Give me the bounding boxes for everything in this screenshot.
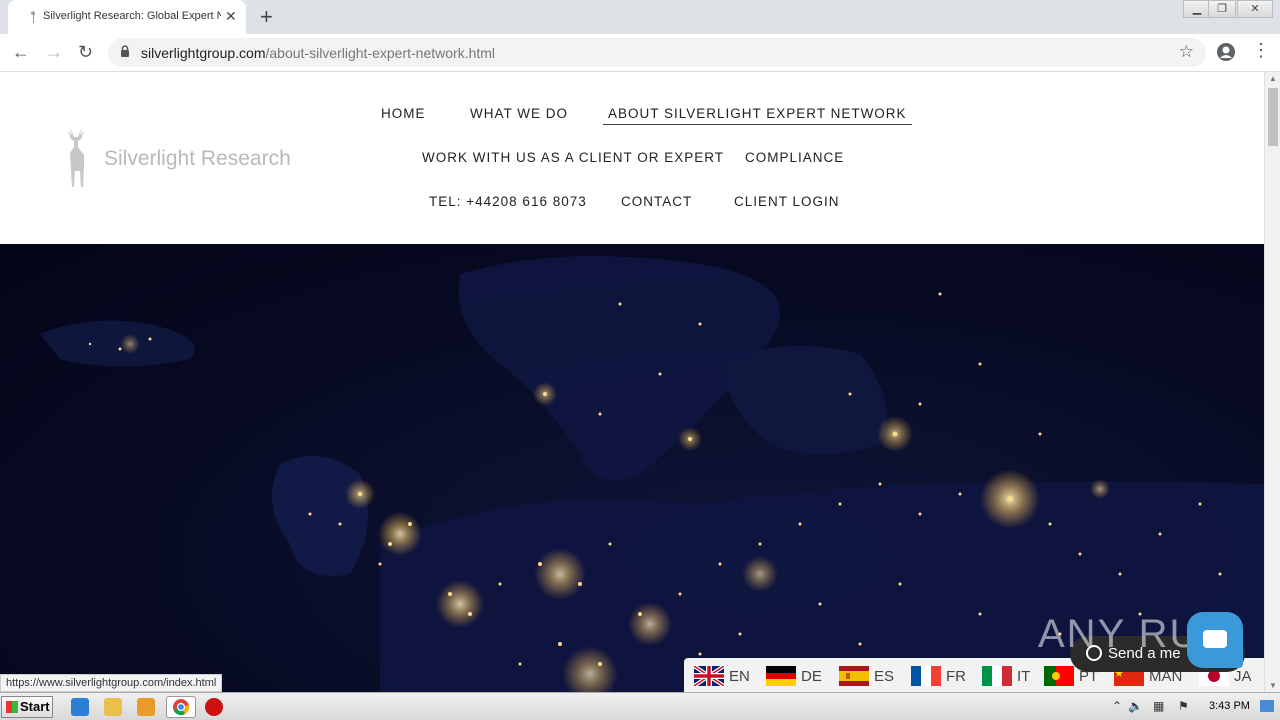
germany-flag-icon [766, 666, 796, 686]
menu-kebab-icon[interactable]: ⋮ [1252, 40, 1270, 61]
page-scrollbar[interactable]: ▲ ▼ [1264, 72, 1280, 692]
scrollbar-thumb[interactable] [1268, 88, 1278, 146]
reload-icon[interactable]: ↻ [78, 42, 93, 63]
browser-tab-strip: Silverlight Research: Global Expert N ✕ … [0, 0, 1280, 34]
chat-icon [1203, 630, 1227, 648]
lang-fr[interactable]: FR [911, 665, 966, 687]
nav-compliance[interactable]: COMPLIANCE [745, 150, 844, 165]
tray-arrow-icon[interactable]: ⌃ [1112, 699, 1122, 713]
scroll-up-icon[interactable]: ▲ [1269, 74, 1277, 83]
lang-es-label: ES [874, 667, 895, 685]
browser-toolbar: ← → ↻ silverlightgroup.com/about-silverl… [0, 34, 1280, 72]
deer-logo-icon [68, 127, 84, 187]
scroll-down-icon[interactable]: ▼ [1269, 681, 1277, 690]
chat-open-button[interactable] [1187, 612, 1243, 668]
restore-button[interactable]: ❐ [1208, 0, 1236, 18]
minimize-button[interactable]: ▁ [1183, 0, 1211, 18]
lang-es[interactable]: ES [839, 665, 894, 687]
deer-favicon-icon [31, 10, 35, 23]
lang-en[interactable]: EN [694, 665, 750, 687]
lang-fr-label: FR [946, 667, 966, 685]
internet-explorer-icon[interactable] [71, 698, 89, 716]
action-center-flag-icon[interactable]: ⚑ [1178, 699, 1189, 713]
nav-telephone[interactable]: TEL: +44208 616 8073 [429, 194, 587, 209]
lang-it[interactable]: IT [982, 665, 1030, 687]
chrome-taskbar-button[interactable] [166, 696, 196, 718]
lang-de[interactable]: DE [766, 665, 822, 687]
nav-contact[interactable]: CONTACT [621, 194, 692, 209]
bookmark-star-icon[interactable]: ☆ [1179, 42, 1194, 62]
nav-client-login[interactable]: CLIENT LOGIN [734, 194, 840, 209]
windows-taskbar: Start ⌃ 🔈 ▦ ⚑ 3:43 PM [0, 692, 1280, 720]
back-arrow-icon[interactable]: ← [12, 42, 30, 63]
nav-home[interactable]: HOME [381, 106, 426, 121]
profile-avatar-icon[interactable] [1216, 42, 1236, 62]
nav-about[interactable]: ABOUT SILVERLIGHT EXPERT NETWORK [603, 106, 912, 125]
window-close-button[interactable]: ✕ [1237, 0, 1273, 18]
start-button[interactable]: Start [1, 696, 53, 718]
url-text: silverlightgroup.com/about-silverlight-e… [141, 45, 495, 61]
italy-flag-icon [982, 666, 1012, 686]
lang-en-label: EN [729, 667, 750, 685]
url-domain: silverlightgroup.com [141, 45, 266, 61]
taskbar-clock[interactable]: 3:43 PM [1209, 700, 1250, 712]
url-path: /about-silverlight-expert-network.html [265, 45, 496, 61]
forward-arrow-icon[interactable]: → [45, 42, 63, 63]
france-flag-icon [911, 666, 941, 686]
antivirus-icon[interactable] [205, 698, 223, 716]
uk-flag-icon [694, 666, 724, 686]
network-icon[interactable]: ▦ [1153, 699, 1164, 713]
windows-logo-icon [6, 701, 18, 713]
spain-flag-icon [839, 666, 869, 686]
lang-de-label: DE [801, 667, 822, 685]
web-page: Silverlight Research HOME WHAT WE DO ABO… [0, 72, 1264, 692]
site-logo[interactable]: Silverlight Research [62, 127, 292, 192]
lang-it-label: IT [1017, 667, 1031, 685]
address-bar[interactable]: silverlightgroup.com/about-silverlight-e… [108, 38, 1206, 67]
new-tab-button[interactable]: + [260, 4, 273, 30]
start-label: Start [20, 699, 50, 714]
nav-what-we-do[interactable]: WHAT WE DO [470, 106, 568, 121]
file-explorer-icon[interactable] [104, 698, 122, 716]
tab-close-icon[interactable]: ✕ [225, 8, 237, 25]
lang-ja-label: JA [1234, 667, 1252, 685]
show-desktop-icon[interactable] [1260, 700, 1274, 712]
lock-icon [121, 45, 129, 57]
status-bar-link: https://www.silverlightgroup.com/index.h… [0, 674, 223, 692]
media-player-icon[interactable] [137, 698, 155, 716]
logo-text: Silverlight Research [104, 147, 291, 170]
browser-tab[interactable]: Silverlight Research: Global Expert N ✕ [8, 0, 246, 34]
portugal-flag-icon [1044, 666, 1074, 686]
volume-icon[interactable]: 🔈 [1128, 699, 1143, 713]
tab-title: Silverlight Research: Global Expert N [43, 10, 221, 22]
nav-work-with-us[interactable]: WORK WITH US AS A CLIENT OR EXPERT [422, 150, 724, 165]
chrome-icon [173, 699, 190, 716]
